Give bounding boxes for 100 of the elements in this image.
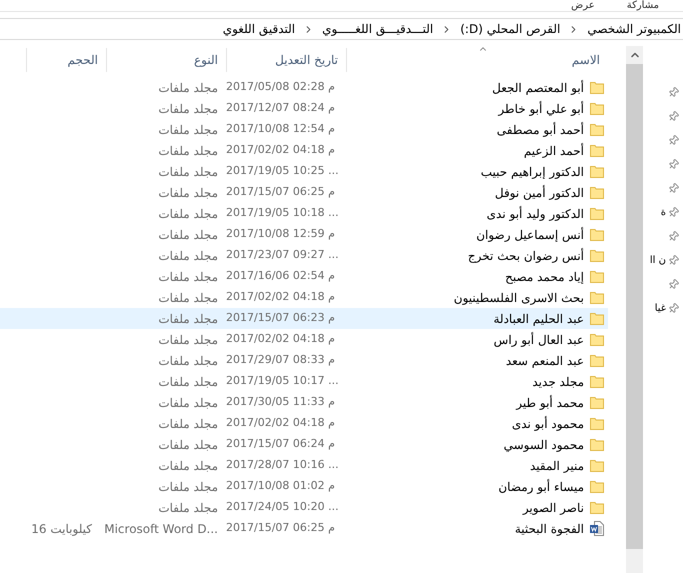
file-row[interactable]: أبو المعتصم الجعل 2017/05/08 م 02:28 مجلد ملفات (0, 77, 608, 98)
file-type: مجلد ملفات (158, 184, 218, 202)
file-type: مجلد ملفات (158, 206, 218, 222)
folder-icon (590, 375, 604, 388)
file-type: مجلد ملفات (158, 500, 218, 516)
scrollbar-thumb[interactable] (626, 64, 643, 549)
column-header[interactable]: الاسم (346, 48, 608, 72)
folder-icon (590, 480, 604, 493)
date-modified: 2017/02/02 م 04:18 (226, 331, 335, 348)
file-row[interactable]: أبو علي أبو خاطر 2017/12/07 م 08:24 مجلد ملفات (0, 98, 608, 119)
file-row[interactable]: ميساء أبو رمضان 2017/10/08 م 01:02 مجلد ملفات (0, 476, 608, 497)
ribbon-tab[interactable]: عرض (571, 0, 595, 10)
date-modified: 2017/16/06 م 02:54 (226, 268, 335, 284)
file-row[interactable]: محمد أبو طير 2017/30/05 م 11:33 مجلد ملفات (0, 392, 608, 413)
file-name: أحمد أبو مصطفى (496, 121, 584, 138)
date-modified: 2017/30/05 م 11:33 (226, 394, 335, 410)
file-type: مجلد ملفات (158, 458, 218, 474)
file-type: مجلد ملفات (158, 268, 218, 286)
date-modified: 2017/10/08 م 12:59 (226, 226, 335, 242)
folder-icon (590, 81, 604, 94)
file-type: مجلد ملفات (158, 248, 218, 264)
date-modified: 2017/29/07 م 08:33 (226, 352, 335, 368)
file-name: عبد العال أبو راس (494, 331, 584, 348)
date-modified: 2017/15/07 م 06:25 (226, 520, 335, 536)
date-modified: 2017/19/05 10:25 ... (226, 163, 339, 180)
file-row[interactable]: عبد الحليم العبادلة 2017/15/07 م 06:23 مجلد ملفات (0, 308, 608, 329)
folder-icon (590, 102, 604, 115)
file-row[interactable]: الدكتور أمين نوفل 2017/15/07 م 06:25 مجلد ملفات (0, 182, 608, 203)
folder-icon (590, 144, 604, 157)
file-type: مجلد ملفات (158, 310, 218, 328)
file-row[interactable]: أحمد أبو مصطفى 2017/10/08 م 12:54 مجلد ملفات (0, 119, 608, 140)
file-type: مجلد ملفات (158, 142, 218, 160)
file-type: مجلد ملفات (158, 478, 218, 496)
date-modified: 2017/28/07 10:16 ... (226, 457, 339, 474)
file-type: مجلد ملفات (158, 352, 218, 370)
file-name: أبو علي أبو خاطر (498, 100, 584, 118)
file-row[interactable]: أنس إسماعيل رضوان 2017/10/08 م 12:59 مجلد ملفات (0, 224, 608, 245)
date-modified: 2017/15/07 م 06:23 (226, 310, 335, 326)
folder-icon (590, 354, 604, 367)
nav-item-label[interactable]: ن اا (650, 252, 666, 268)
file-type: مجلد ملفات (158, 122, 218, 138)
folder-icon (590, 165, 604, 178)
folder-icon (590, 249, 604, 262)
file-row[interactable]: إياد محمد مصبح 2017/16/06 م 02:54 مجلد ملفات (0, 266, 608, 287)
word-document-icon (590, 521, 604, 536)
file-name: الدكتور وليد أبو ندى (486, 205, 584, 222)
date-modified: 2017/12/07 م 08:24 (226, 100, 335, 116)
file-name: الفجوة البحثية (514, 520, 584, 538)
file-size: 16 كيلوبايت (31, 520, 92, 538)
file-name: أبو المعتصم الجعل (492, 79, 584, 96)
file-row[interactable]: عبد المنعم سعد 2017/29/07 م 08:33 مجلد ملفات (0, 350, 608, 371)
folder-icon (590, 186, 604, 199)
file-type: مجلد ملفات (158, 164, 218, 180)
folder-icon (590, 459, 604, 472)
file-name: محمود السوسي (504, 436, 584, 454)
nav-item-label[interactable]: ة (660, 204, 666, 220)
folder-icon (590, 501, 604, 514)
column-header[interactable]: النوع (106, 48, 226, 72)
folder-icon (590, 333, 604, 346)
date-modified: 2017/02/02 م 04:18 (226, 142, 335, 158)
file-name: أنس إسماعيل رضوان (476, 226, 584, 244)
breadcrumb-item[interactable]: القرص المحلي (D:) (460, 20, 560, 38)
file-name: أحمد الزعيم (524, 142, 584, 160)
file-name: ناصر الصوير (522, 500, 584, 516)
breadcrumb-item[interactable]: التدقيق اللغوي (222, 20, 296, 38)
file-name: بحث الاسرى الفلسطينيون (454, 290, 584, 306)
folder-icon (590, 417, 604, 430)
date-modified: 2017/15/07 م 06:25 (226, 184, 335, 200)
column-header[interactable]: الحجم (26, 48, 106, 72)
file-name: الدكتور أمين نوفل (494, 184, 584, 202)
file-type: مجلد ملفات (158, 100, 218, 118)
file-row[interactable]: بحث الاسرى الفلسطينيون 2017/02/02 م 04:18 مجلد ملفات (0, 287, 608, 308)
date-modified: 2017/05/08 م 02:28 (226, 79, 335, 96)
date-modified: 2017/10/08 م 12:54 (226, 121, 335, 138)
date-modified: 2017/02/02 م 04:18 (226, 415, 335, 432)
file-type: مجلد ملفات (158, 332, 218, 348)
file-row[interactable]: محمود السوسي 2017/15/07 م 06:24 مجلد ملفات (0, 434, 608, 455)
folder-icon (590, 291, 604, 304)
breadcrumb-item[interactable]: الكمبيوتر الشخصي (587, 20, 681, 38)
ribbon-tab[interactable]: مشاركة (626, 0, 659, 10)
folder-icon (590, 312, 604, 325)
date-modified: 2017/19/05 10:17 ... (226, 373, 339, 390)
folder-icon (590, 270, 604, 283)
file-name: ميساء أبو رمضان (498, 478, 584, 496)
file-row[interactable]: محمود أبو ندى 2017/02/02 م 04:18 مجلد ملفات (0, 413, 608, 434)
file-name: أنس رضوان بحث تخرج (468, 247, 584, 264)
file-type: Microsoft Word D... (104, 520, 218, 538)
folder-icon (590, 207, 604, 220)
folder-icon (590, 396, 604, 409)
file-row[interactable]: عبد العال أبو راس 2017/02/02 م 04:18 مجلد ملفات (0, 329, 608, 350)
file-name: الدكتور إبراهيم حبيب (480, 164, 584, 180)
date-modified: 2017/24/05 10:20 ... (226, 499, 339, 516)
file-name: منير المقيد (530, 458, 584, 474)
file-type: مجلد ملفات (158, 436, 218, 454)
column-header[interactable]: تاريخ التعديل (226, 48, 346, 72)
file-row[interactable]: أحمد الزعيم 2017/02/02 م 04:18 مجلد ملفات (0, 140, 608, 161)
breadcrumb-item[interactable]: التـــدقيـــق اللغـــــوي (322, 20, 434, 38)
date-modified: 2017/19/05 10:18 ... (226, 205, 339, 222)
file-name: مجلد جديد (532, 374, 584, 390)
nav-item-label[interactable]: غيا (654, 300, 666, 316)
